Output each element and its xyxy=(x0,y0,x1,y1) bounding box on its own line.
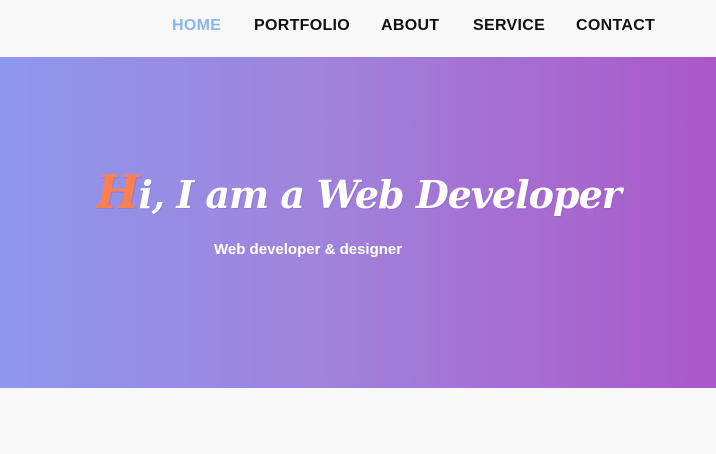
hero-subtitle: Web developer & designer xyxy=(214,241,403,258)
hero-title: Hi, I am a Web Developer xyxy=(96,165,622,219)
top-navigation-bar: HOME PORTFOLIO ABOUT SERVICE CONTACT xyxy=(0,0,716,57)
nav-item-home[interactable]: HOME xyxy=(172,17,221,35)
content-area xyxy=(0,388,716,454)
nav-item-service[interactable]: SERVICE xyxy=(473,17,545,35)
nav-item-about[interactable]: ABOUT xyxy=(381,17,439,35)
hero-title-text: i, I am a Web Developer xyxy=(138,172,621,217)
nav-item-contact[interactable]: CONTACT xyxy=(576,17,655,35)
nav-menu: HOME PORTFOLIO ABOUT SERVICE CONTACT xyxy=(0,17,716,37)
hero-title-accent-letter: H xyxy=(96,165,139,219)
hero-banner: Hi, I am a Web Developer Web developer &… xyxy=(0,57,716,388)
nav-item-portfolio[interactable]: PORTFOLIO xyxy=(254,17,350,35)
